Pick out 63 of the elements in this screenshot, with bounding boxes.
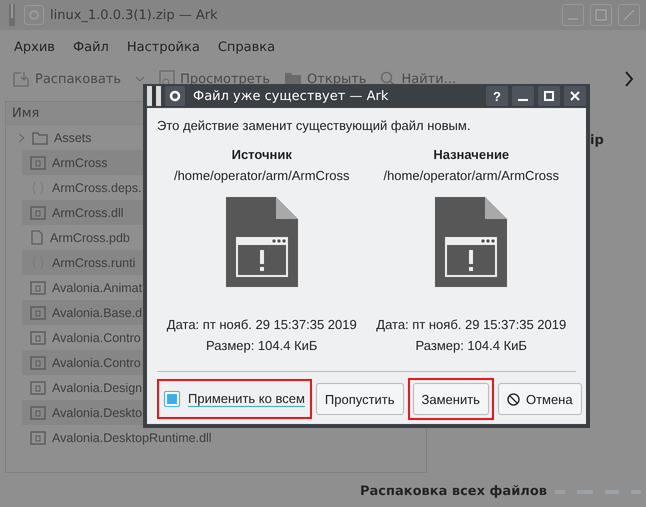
executable-icon: [30, 406, 46, 420]
executable-icon: [30, 430, 46, 444]
dialog-message: Это действие заменит существующий файл новым.: [157, 118, 472, 133]
executable-icon: [30, 206, 46, 220]
document-icon: [30, 230, 44, 245]
file-name[interactable]: ArmCross.pdb: [50, 230, 130, 244]
file-size: Размер: 104.4 КиБ: [206, 338, 318, 353]
file-name[interactable]: Avalonia.Deskto: [52, 406, 142, 420]
file-name[interactable]: ArmCross: [52, 156, 108, 170]
zipper-icon: [6, 4, 18, 26]
executable-icon: [30, 306, 46, 320]
folder-icon: [32, 130, 48, 144]
chevron-right-icon[interactable]: [624, 71, 634, 87]
braces-icon: [30, 180, 46, 194]
status-text: Распаковка всех файлов: [360, 484, 547, 499]
file-warning-icon: [226, 197, 298, 287]
archive-name: ip: [590, 133, 604, 148]
cancel-icon: [506, 392, 520, 406]
file-name[interactable]: ArmCross.runti: [52, 256, 136, 270]
dialog-button[interactable]: Заменить: [412, 383, 489, 415]
menu-item[interactable]: Файл: [64, 38, 117, 57]
executable-icon: [30, 330, 46, 344]
file-name[interactable]: ArmCross.deps.: [52, 180, 142, 194]
menu-item[interactable]: Архив: [6, 38, 63, 57]
cancel-button[interactable]: Отмена: [498, 383, 582, 415]
archive-icon: [12, 70, 30, 88]
minimize-icon: [518, 99, 528, 101]
minimize-button[interactable]: [512, 86, 534, 106]
toolbar-button[interactable]: Найти...: [380, 71, 456, 87]
dialog-button[interactable]: Пропустить: [316, 383, 404, 415]
close-button[interactable]: [564, 86, 586, 106]
column-heading: Назначение: [433, 147, 510, 162]
apply-all-checkbox[interactable]: Применить ко всем: [162, 384, 307, 414]
file-name[interactable]: Assets: [54, 130, 92, 144]
file-name[interactable]: Avalonia.Contro: [52, 356, 141, 370]
menu-item[interactable]: Справка: [210, 38, 284, 57]
executable-icon: [30, 156, 46, 170]
maximize-icon: [544, 91, 554, 101]
toolbar-button[interactable]: Просмотреть: [159, 70, 270, 88]
toolbar-button[interactable]: Распаковать: [12, 70, 122, 88]
zipper-icon: [147, 86, 161, 106]
search-icon: [380, 71, 396, 87]
window-title: linux_1.0.0.3(1).zip — Ark: [50, 8, 219, 22]
file-name[interactable]: ArmCross.dll: [52, 206, 124, 220]
file-date: Дата: пт нояб. 29 15:37:35 2019: [166, 317, 357, 332]
executable-icon: [30, 280, 46, 294]
file-warning-icon: [435, 197, 508, 287]
file-name[interactable]: Avalonia.DesktopRuntime.dll: [52, 430, 212, 444]
help-button[interactable]: ?: [486, 86, 508, 106]
maximize-button[interactable]: [538, 86, 560, 106]
file-size: Размер: 104.4 КиБ: [416, 338, 527, 353]
file-date: Дата: пт нояб. 29 15:37:35 2019: [376, 317, 566, 332]
column-heading: Источник: [232, 147, 292, 162]
file-name[interactable]: Avalonia.Contro: [52, 330, 141, 344]
file-path: /home/operator/arm/ArmCross: [383, 168, 560, 183]
menu-item[interactable]: Настройка: [118, 38, 208, 57]
executable-icon: [30, 356, 46, 370]
file-name[interactable]: Avalonia.Animat: [52, 280, 142, 294]
file-name[interactable]: Avalonia.Base.d: [52, 306, 142, 320]
file-path: /home/operator/arm/ArmCross: [174, 168, 350, 183]
file-name[interactable]: Avalonia.Design: [52, 380, 142, 394]
executable-icon: [30, 380, 46, 394]
dialog-title: Файл уже существует — Ark: [193, 88, 390, 104]
